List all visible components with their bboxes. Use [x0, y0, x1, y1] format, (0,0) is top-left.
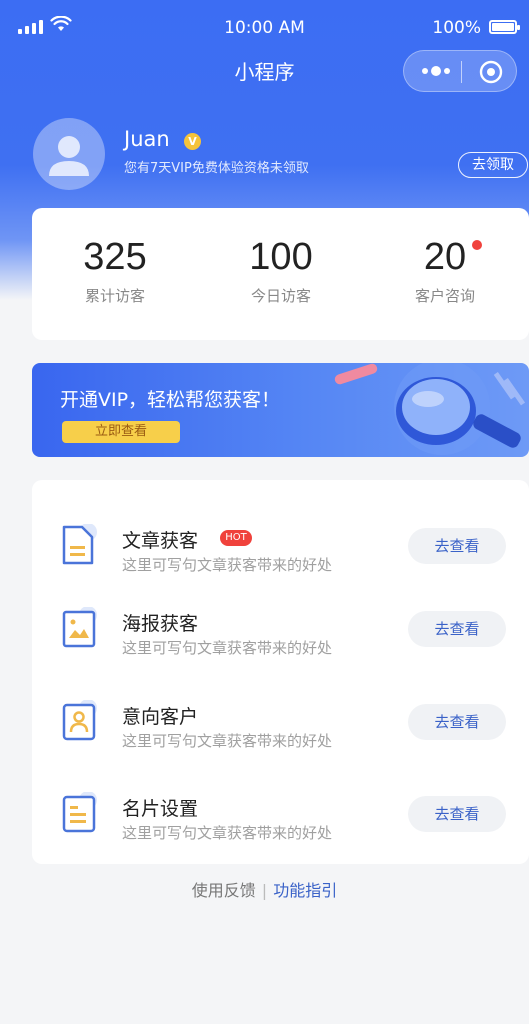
- stat-value: 100: [249, 236, 313, 278]
- vip-banner[interactable]: 开通VIP，轻松帮您获客！ 立即查看: [32, 363, 529, 457]
- user-card-icon: [62, 700, 97, 741]
- capsule-divider: [461, 61, 462, 83]
- claim-vip-button[interactable]: 去领取: [458, 152, 528, 178]
- stat-total-visitors[interactable]: 325 累计访客: [32, 236, 198, 306]
- mini-program-capsule: [403, 50, 517, 92]
- list-item-desc: 这里可写句文章获客带来的好处: [122, 732, 333, 750]
- close-mini-program-icon[interactable]: [479, 60, 503, 84]
- list-item-desc: 这里可写句文章获客带来的好处: [122, 824, 333, 842]
- banner-title: 开通VIP，轻松帮您获客！: [60, 389, 281, 411]
- user-avatar-icon: [49, 136, 89, 176]
- list-item-title: 名片设置: [122, 798, 199, 820]
- image-icon: [62, 607, 97, 648]
- list-item-desc: 这里可写句文章获客带来的好处: [122, 639, 333, 657]
- stat-label: 今日访客: [250, 287, 311, 305]
- view-button[interactable]: 去查看: [408, 704, 506, 740]
- status-bar: 10:00 AM 100%: [0, 10, 529, 46]
- battery-percent: 100%: [432, 18, 481, 38]
- feedback-link[interactable]: 使用反馈: [192, 881, 256, 900]
- hot-badge: HOT: [220, 530, 252, 546]
- banner-view-button[interactable]: 立即查看: [62, 421, 180, 443]
- guide-link[interactable]: 功能指引: [273, 881, 337, 900]
- list-item-title: 海报获客: [122, 613, 199, 635]
- stat-today-visitors[interactable]: 100 今日访客: [198, 236, 364, 306]
- list-item-card-settings[interactable]: 名片设置 这里可写句文章获客带来的好处 去查看: [32, 770, 529, 860]
- list-item-article[interactable]: 文章获客 HOT 这里可写句文章获客带来的好处 去查看: [32, 502, 529, 592]
- list-item-poster[interactable]: 海报获客 这里可写句文章获客带来的好处 去查看: [32, 585, 529, 675]
- feature-list: 文章获客 HOT 这里可写句文章获客带来的好处 去查看 海报获客 这里可写句文章…: [32, 480, 529, 864]
- list-item-title: 文章获客: [122, 530, 199, 552]
- footer-separator: |: [261, 881, 268, 900]
- list-item-leads[interactable]: 意向客户 这里可写句文章获客带来的好处 去查看: [32, 678, 529, 768]
- card-settings-icon: [62, 792, 97, 833]
- vip-trial-tip: 您有7天VIP免费体验资格未领取: [124, 161, 309, 176]
- view-button[interactable]: 去查看: [408, 611, 506, 647]
- stats-card: 325 累计访客 100 今日访客 20 客户咨询: [32, 208, 529, 340]
- stat-customer-inquiries[interactable]: 20 客户咨询: [362, 236, 528, 306]
- unread-dot: [472, 240, 482, 250]
- battery-icon: [489, 20, 520, 34]
- footer-links: 使用反馈 | 功能指引: [0, 877, 529, 901]
- list-item-desc: 这里可写句文章获客带来的好处: [122, 556, 333, 574]
- document-icon: [62, 524, 97, 565]
- magnifier-illustration-icon: [334, 363, 526, 455]
- username: Juan: [124, 127, 170, 151]
- stat-label: 累计访客: [84, 287, 145, 305]
- stat-label: 客户咨询: [414, 287, 475, 305]
- stat-value: 20: [423, 236, 467, 278]
- avatar[interactable]: [33, 118, 105, 190]
- vip-badge-icon: V: [184, 133, 201, 150]
- more-icon[interactable]: [420, 64, 452, 78]
- list-item-title: 意向客户: [122, 706, 199, 728]
- view-button[interactable]: 去查看: [408, 796, 506, 832]
- view-button[interactable]: 去查看: [408, 528, 506, 564]
- stat-value: 325: [83, 236, 147, 278]
